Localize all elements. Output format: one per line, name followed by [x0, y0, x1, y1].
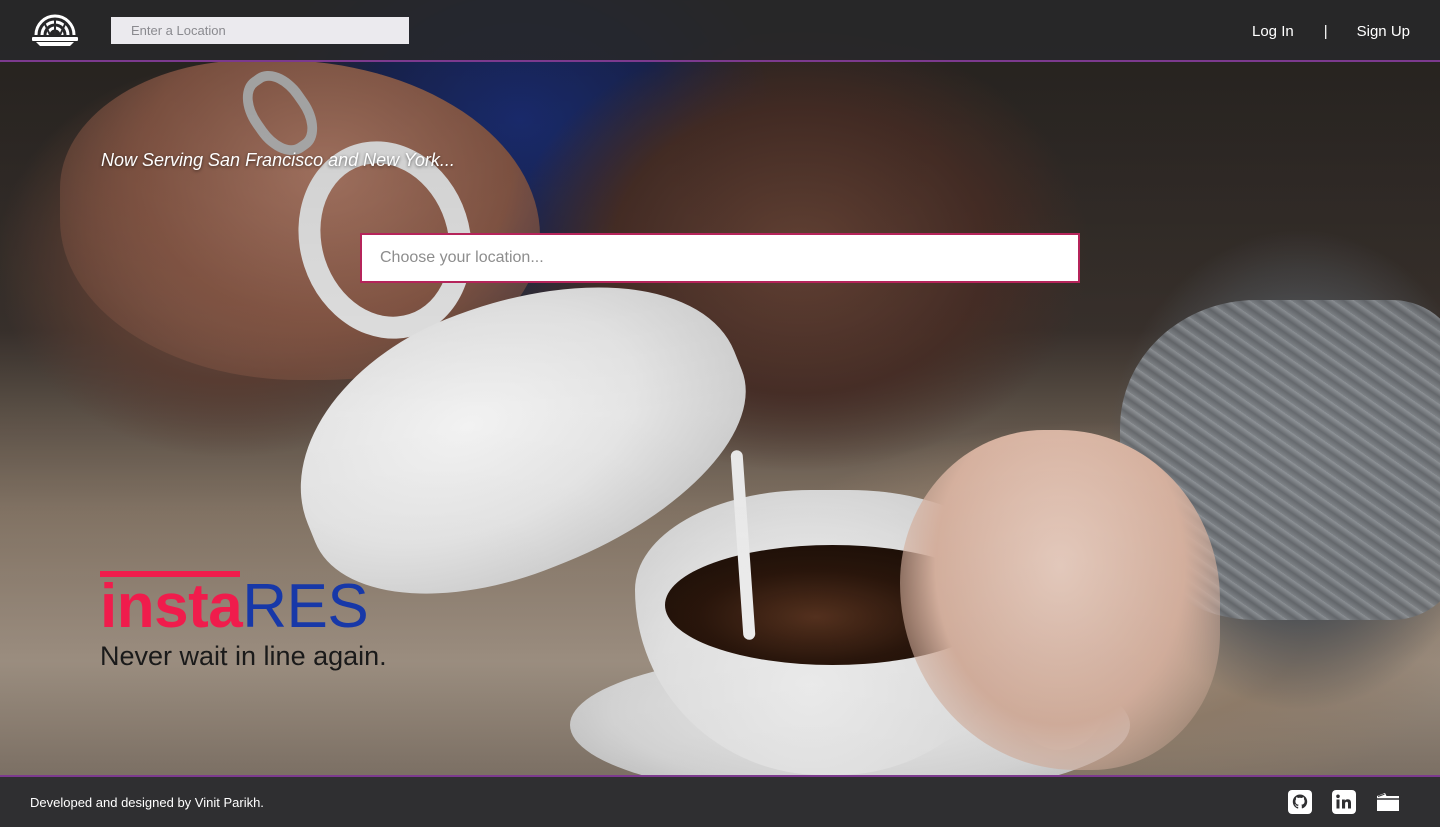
linkedin-icon[interactable]	[1332, 790, 1356, 814]
login-link[interactable]: Log In	[1252, 23, 1294, 40]
github-icon[interactable]	[1288, 790, 1312, 814]
hero-shade-overlay	[0, 0, 1440, 827]
footer-bar: Developed and designed by Vinit Parikh.	[0, 775, 1440, 827]
main-location-search-input[interactable]	[360, 233, 1080, 283]
auth-nav: Log In | Sign Up	[1252, 0, 1410, 62]
brand-slogan: Never wait in line again.	[100, 641, 387, 671]
portfolio-folder-icon[interactable]	[1376, 790, 1400, 814]
brand-block: instaRES Never wait in line again.	[100, 571, 387, 672]
brand-wordmark-res: RES	[242, 572, 369, 641]
logo-icon[interactable]	[30, 13, 80, 47]
signup-link[interactable]: Sign Up	[1357, 23, 1410, 40]
hero-tagline: Now Serving San Francisco and New York..…	[101, 150, 455, 170]
landing-page: Log In | Sign Up Now Serving San Francis…	[0, 0, 1440, 827]
nav-separator: |	[1323, 22, 1328, 40]
header-location-input[interactable]	[111, 17, 409, 44]
brand-wordmark: instaRES	[100, 576, 387, 638]
footer-credit: Developed and designed by Vinit Parikh.	[30, 795, 264, 810]
social-links	[1288, 790, 1400, 814]
top-navbar: Log In | Sign Up	[0, 0, 1440, 62]
hero-background-photo	[0, 0, 1440, 827]
brand-wordmark-insta: insta	[100, 572, 243, 641]
